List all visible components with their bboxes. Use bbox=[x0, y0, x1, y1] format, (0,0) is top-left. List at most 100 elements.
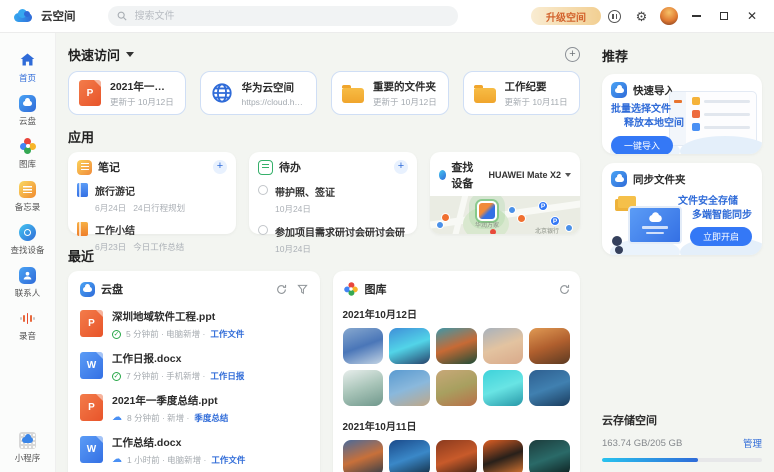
photo-thumbnail[interactable] bbox=[483, 328, 524, 364]
map-poi-marker bbox=[565, 224, 573, 232]
upgrade-space-button[interactable]: 升级空间 bbox=[531, 7, 601, 25]
quick-access-card[interactable]: 华为云空间 https://cloud.huaw... bbox=[200, 71, 318, 115]
cloud-space-window: 云空间 升级空间 ⚙ ✕ 首页 云盘 bbox=[0, 0, 774, 472]
notebook-icon bbox=[77, 222, 88, 236]
sidebar-item-memo[interactable]: 备忘录 bbox=[0, 180, 55, 213]
transfer-list-icon[interactable] bbox=[601, 3, 628, 29]
sync-folder-promo-card: 同步文件夹 文件安全存储 多端智能同步 立即开启 bbox=[602, 163, 762, 255]
sidebar-item-cloud-drive[interactable]: 云盘 bbox=[0, 94, 55, 127]
sidebar-item-recorder[interactable]: 录音 bbox=[0, 309, 55, 342]
user-avatar[interactable] bbox=[655, 3, 682, 29]
manage-storage-link[interactable]: 管理 bbox=[743, 436, 762, 450]
photo-thumbnail[interactable] bbox=[436, 328, 477, 364]
add-todo-button[interactable] bbox=[394, 160, 408, 174]
sidebar-item-find-device[interactable]: 查找设备 bbox=[0, 223, 55, 256]
window-maximize-button[interactable] bbox=[710, 3, 738, 29]
map-parking-marker bbox=[538, 201, 548, 211]
recommend-panel: 推荐 快速导入 批量选择文件 释放本地空间 一键导入 bbox=[594, 33, 774, 472]
sidebar-item-home[interactable]: 首页 bbox=[0, 51, 55, 84]
map-poi-marker bbox=[490, 229, 496, 234]
notebook-icon bbox=[77, 183, 88, 197]
app-logo-cloud-icon bbox=[14, 9, 34, 23]
one-key-import-button[interactable]: 一键导入 bbox=[611, 136, 673, 154]
search-icon bbox=[117, 11, 127, 21]
sidebar-item-mini-programs[interactable]: 小程序 bbox=[0, 431, 55, 464]
photo-thumbnail[interactable] bbox=[389, 328, 430, 364]
todo-list-item[interactable]: 带护照、签证 10月24日 bbox=[258, 183, 408, 215]
file-tag[interactable]: 工作日报 bbox=[210, 370, 244, 382]
map-poi-marker bbox=[508, 206, 516, 214]
folder-icon bbox=[342, 88, 364, 103]
photo-thumbnail[interactable] bbox=[343, 440, 384, 472]
quick-access-card[interactable]: 重要的文件夹 更新于 10月12日 bbox=[331, 71, 449, 115]
sync-illustration bbox=[612, 196, 684, 248]
photo-thumbnail[interactable] bbox=[436, 440, 477, 472]
notes-app-icon bbox=[77, 160, 92, 175]
quick-access-row: 2021年一季度总... 更新于 10月12日 华为云空间 https://cl… bbox=[68, 71, 580, 115]
add-quick-access-button[interactable] bbox=[565, 47, 580, 62]
quick-access-card[interactable]: 2021年一季度总... 更新于 10月12日 bbox=[68, 71, 186, 115]
refresh-icon[interactable] bbox=[276, 284, 287, 295]
file-row[interactable]: 工作总结.docx 1 小时前 · 电脑新增 · 工作文件 bbox=[80, 433, 308, 466]
cloud-drive-icon bbox=[80, 282, 95, 297]
search-bar[interactable] bbox=[108, 6, 458, 26]
sidebar-item-gallery[interactable]: 图库 bbox=[0, 137, 55, 170]
file-type-icon bbox=[80, 436, 103, 463]
search-input[interactable] bbox=[133, 10, 449, 23]
file-tag[interactable]: 工作文件 bbox=[210, 328, 244, 340]
folder-icon bbox=[474, 88, 496, 103]
apps-title: 应用 bbox=[68, 127, 94, 146]
storage-usage: 163.74 GB/205 GB bbox=[602, 438, 682, 449]
add-note-button[interactable] bbox=[213, 160, 227, 174]
window-minimize-button[interactable] bbox=[682, 3, 710, 29]
refresh-icon[interactable] bbox=[559, 284, 570, 295]
file-row[interactable]: 工作日报.docx 7 分钟前 · 手机新增 · 工作日报 bbox=[80, 349, 308, 382]
sync-status-icon bbox=[112, 413, 122, 423]
device-location-marker[interactable] bbox=[477, 201, 497, 221]
photo-thumbnail[interactable] bbox=[529, 370, 570, 406]
photo-thumbnail[interactable] bbox=[529, 328, 570, 364]
photo-thumbnail[interactable] bbox=[389, 370, 430, 406]
settings-gear-icon[interactable]: ⚙ bbox=[628, 3, 655, 29]
recent-title: 最近 bbox=[68, 246, 94, 265]
sidebar-item-contacts[interactable]: 联系人 bbox=[0, 266, 55, 299]
storage-progress-bar bbox=[602, 458, 762, 462]
apps-row: 笔记 旅行游记 6月24日24日行程规划 工作小结 bbox=[68, 152, 580, 234]
photo-thumbnail[interactable] bbox=[483, 370, 524, 406]
photo-thumbnail[interactable] bbox=[343, 328, 384, 364]
mini-programs-icon bbox=[19, 431, 37, 449]
todo-list-item[interactable]: 参加项目需求研讨会研讨会研 10月24日 bbox=[258, 223, 408, 255]
cloud-icon bbox=[611, 171, 627, 187]
find-device-app-icon bbox=[439, 170, 446, 180]
file-row[interactable]: 深圳地域软件工程.ppt 5 分钟前 · 电脑新增 · 工作文件 bbox=[80, 307, 308, 340]
globe-icon bbox=[211, 82, 233, 104]
note-list-item[interactable]: 工作小结 6月23日今日工作总结 bbox=[77, 221, 227, 253]
device-selector-dropdown[interactable]: HUAWEI Mate X2 bbox=[488, 170, 571, 180]
photo-thumbnail[interactable] bbox=[483, 440, 524, 472]
gallery-grid bbox=[343, 440, 571, 472]
map-poi-marker bbox=[517, 214, 526, 223]
photo-thumbnail[interactable] bbox=[389, 440, 430, 472]
photo-thumbnail[interactable] bbox=[529, 440, 570, 472]
sync-status-icon bbox=[112, 330, 121, 339]
todo-checkbox[interactable] bbox=[258, 185, 268, 195]
quick-access-card[interactable]: 工作纪要 更新于 10月11日 bbox=[463, 71, 581, 115]
file-tag[interactable]: 季度总结 bbox=[194, 412, 228, 424]
quick-access-title[interactable]: 快速访问 bbox=[68, 45, 120, 64]
todo-card: 待办 带护照、签证 10月24日 参加项目需求研讨会研讨会研 bbox=[249, 152, 417, 234]
file-row[interactable]: 2021年一季度总结.ppt 8 分钟前 · 新增 · 季度总结 bbox=[80, 391, 308, 424]
photo-thumbnail[interactable] bbox=[343, 370, 384, 406]
gallery-grid bbox=[343, 328, 571, 406]
file-tag[interactable]: 工作文件 bbox=[211, 454, 245, 466]
cloud-drive-icon bbox=[19, 94, 37, 112]
gallery-date-heading: 2021年10月12日 bbox=[343, 306, 571, 321]
enable-now-button[interactable]: 立即开启 bbox=[690, 227, 752, 246]
photo-thumbnail[interactable] bbox=[436, 370, 477, 406]
chevron-down-icon bbox=[126, 52, 134, 57]
filter-icon[interactable] bbox=[297, 284, 308, 295]
todo-checkbox[interactable] bbox=[258, 225, 268, 235]
file-type-icon bbox=[80, 352, 103, 379]
device-location-map[interactable]: 华润万家 北京银行 bbox=[430, 196, 580, 234]
note-list-item[interactable]: 旅行游记 6月24日24日行程规划 bbox=[77, 182, 227, 214]
window-close-button[interactable]: ✕ bbox=[738, 3, 766, 29]
